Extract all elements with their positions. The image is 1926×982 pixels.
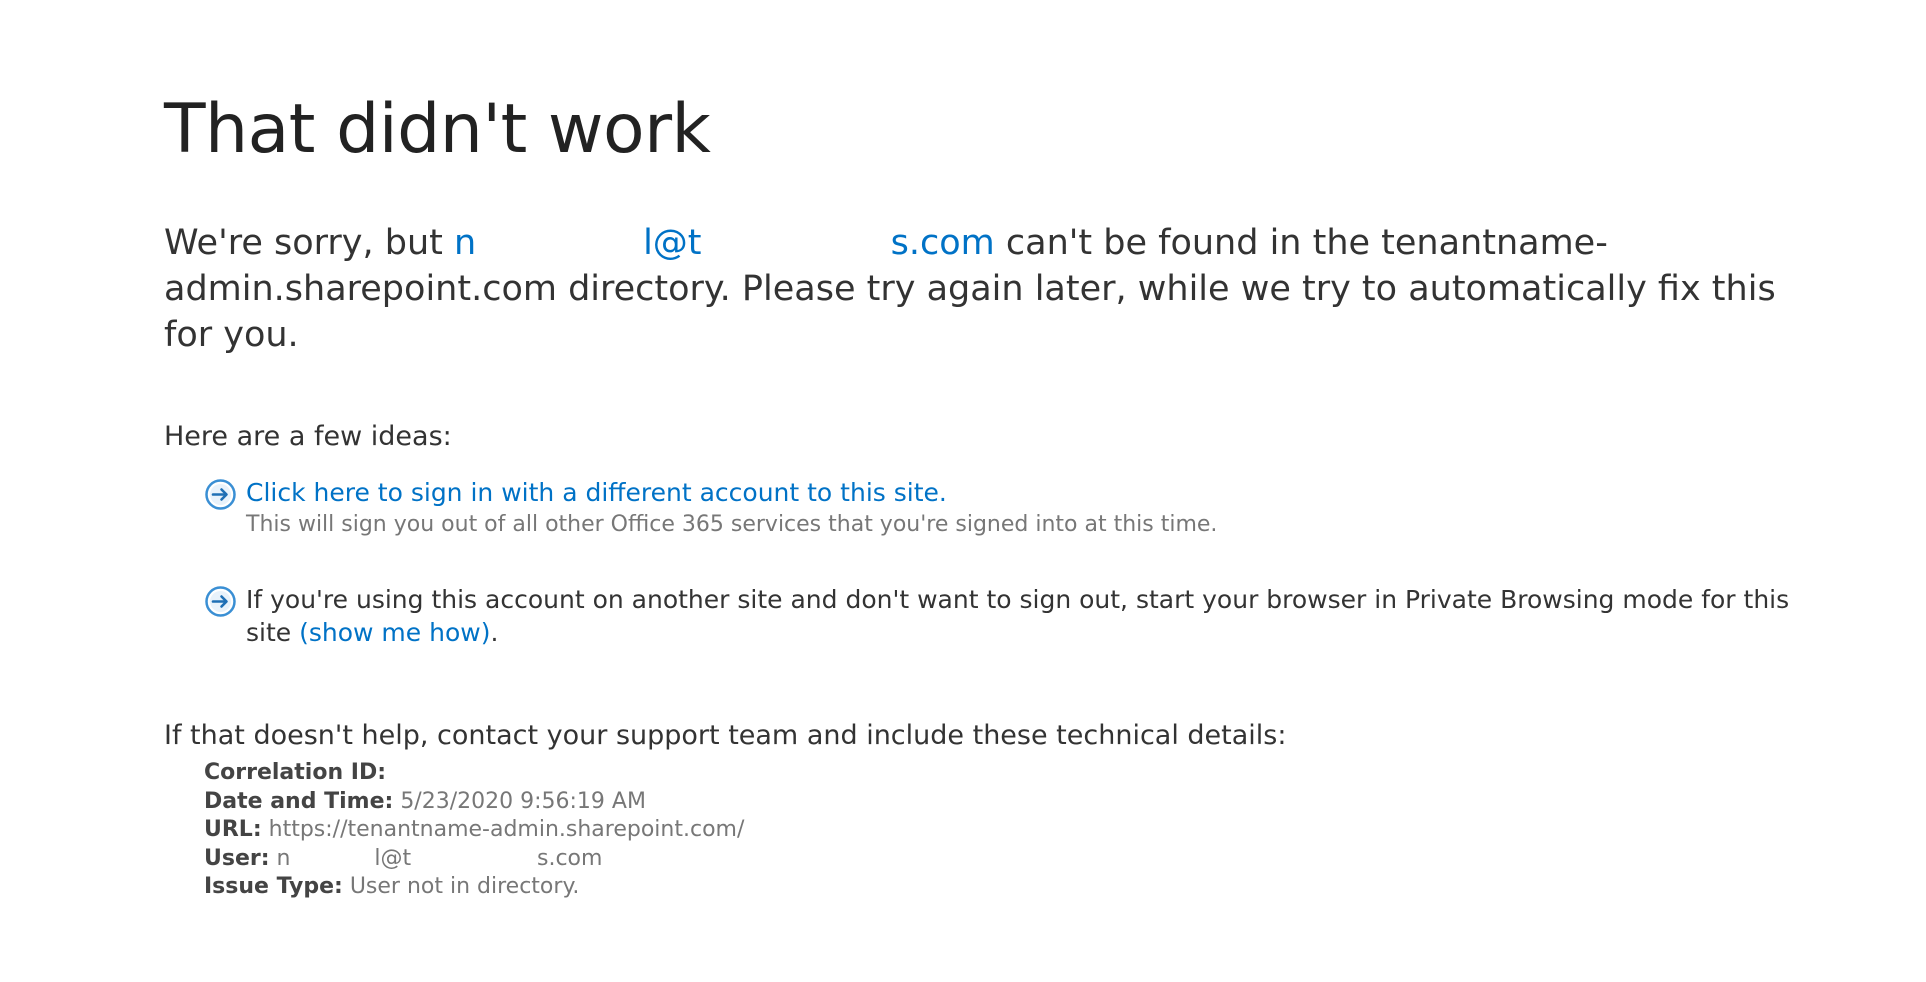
detail-user: User: n l@t s.com — [204, 845, 1824, 874]
detail-label: Date and Time: — [204, 788, 394, 814]
circle-arrow-right-icon — [205, 479, 236, 510]
detail-date-time: Date and Time: 5/23/2020 9:56:19 AM — [204, 788, 1824, 817]
detail-value: https://tenantname-admin.sharepoint.com/ — [268, 817, 745, 842]
detail-value: User not in directory. — [349, 874, 580, 899]
sign-in-subtext: This will sign you out of all other Offi… — [246, 512, 1218, 537]
user-email: n l@t s.com — [454, 223, 995, 263]
detail-label: URL: — [204, 817, 262, 842]
ideas-heading: Here are a few ideas: — [164, 421, 452, 452]
page-title: That didn't work — [164, 90, 711, 169]
detail-correlation-id: Correlation ID: — [204, 759, 1824, 788]
idea-item-sign-in: Click here to sign in with a different a… — [204, 476, 1824, 541]
technical-details: Correlation ID: Date and Time: 5/23/2020… — [204, 759, 1824, 902]
detail-issue-type: Issue Type: User not in directory. — [204, 873, 1824, 902]
error-page: That didn't work We're sorry, but n l@t … — [164, 86, 1824, 902]
detail-label: User: — [204, 845, 270, 871]
message-prefix: We're sorry, but — [164, 223, 455, 263]
detail-value: 5/23/2020 9:56:19 AM — [400, 788, 646, 814]
detail-value: n l@t s.com — [276, 845, 603, 871]
show-me-how-link[interactable]: (show me how) — [299, 618, 490, 647]
detail-label: Issue Type: — [204, 874, 343, 899]
idea-item-private-browsing: If you're using this account on another … — [204, 583, 1824, 649]
help-text: If that doesn't help, contact your suppo… — [164, 720, 1287, 751]
detail-label: Correlation ID: — [204, 760, 387, 785]
circle-arrow-right-icon — [205, 586, 236, 617]
error-message: We're sorry, but n l@t s.com can't be fo… — [164, 220, 1794, 358]
detail-url: URL: https://tenantname-admin.sharepoint… — [204, 816, 1824, 845]
sign-in-different-account-link[interactable]: Click here to sign in with a different a… — [246, 478, 947, 507]
private-browsing-period: . — [490, 618, 499, 647]
